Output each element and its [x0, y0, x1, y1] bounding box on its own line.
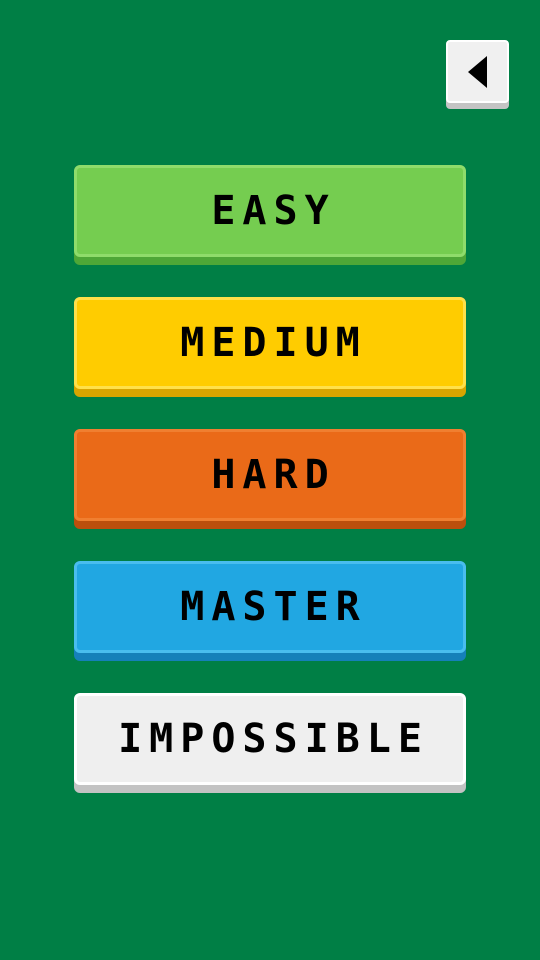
easy-label: EASY [211, 188, 336, 234]
difficulty-menu: EASY MEDIUM HARD MASTER IMPOSSIBLE [74, 165, 466, 825]
master-label: MASTER [180, 584, 367, 630]
medium-label: MEDIUM [180, 320, 367, 366]
master-button[interactable]: MASTER [74, 561, 466, 653]
impossible-button[interactable]: IMPOSSIBLE [74, 693, 466, 785]
hard-button[interactable]: HARD [74, 429, 466, 521]
medium-button[interactable]: MEDIUM [74, 297, 466, 389]
back-button[interactable] [446, 40, 509, 103]
easy-button[interactable]: EASY [74, 165, 466, 257]
impossible-label: IMPOSSIBLE [118, 716, 429, 762]
hard-label: HARD [211, 452, 336, 498]
back-arrow-icon [467, 55, 487, 88]
